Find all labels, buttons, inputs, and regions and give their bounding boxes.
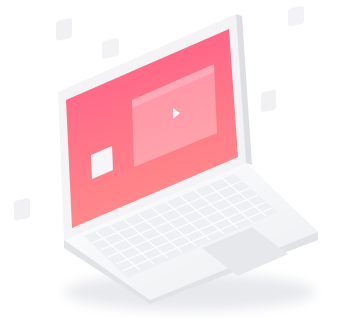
floating-tile xyxy=(56,18,72,41)
floating-tile xyxy=(14,198,30,221)
laptop-illustration xyxy=(14,5,318,310)
floating-tile xyxy=(288,5,304,27)
floating-tile xyxy=(102,38,119,59)
floating-tile xyxy=(261,89,276,112)
